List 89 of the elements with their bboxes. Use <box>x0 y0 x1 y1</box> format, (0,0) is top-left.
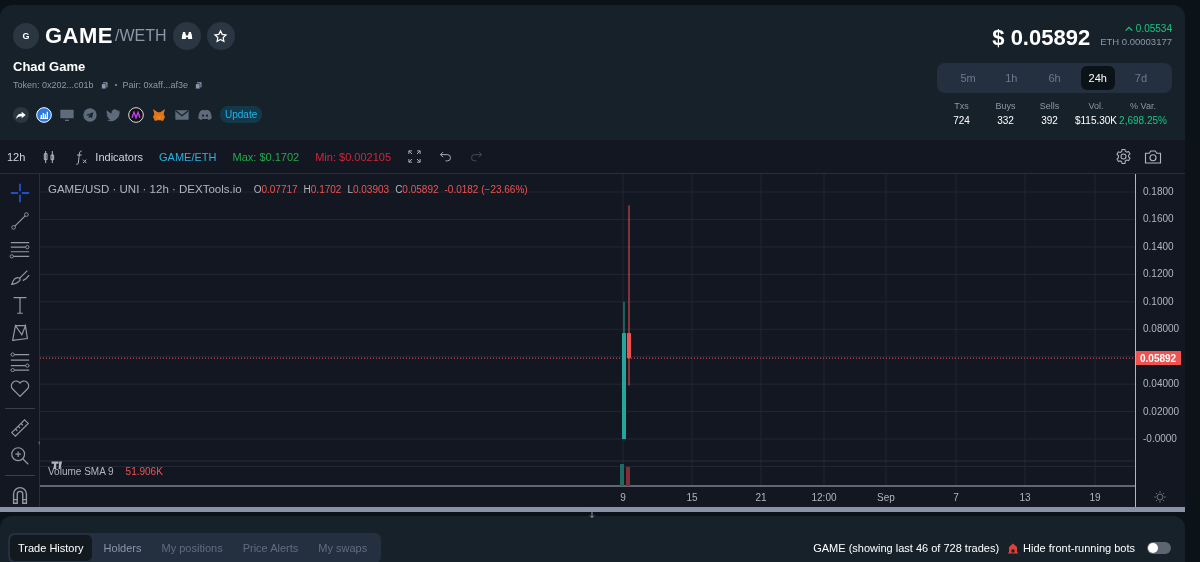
bottom-tab[interactable]: Holders <box>95 535 150 561</box>
stat-label: Txs <box>954 101 969 111</box>
price-axis-label: 0.1200 <box>1143 268 1174 280</box>
fibonacci-icon[interactable] <box>8 350 31 372</box>
price-axis-label: -0.0000 <box>1143 433 1177 445</box>
stat-value: 332 <box>997 115 1014 126</box>
quote-symbol: /WETH <box>115 27 167 45</box>
ohlc-value: L0.03903 <box>347 183 390 195</box>
heart-icon[interactable] <box>8 378 31 400</box>
bottom-tab[interactable]: My swaps <box>310 535 376 561</box>
camera-icon[interactable] <box>1144 147 1162 166</box>
price: $ 0.05892 <box>992 25 1091 51</box>
fullscreen-icon[interactable] <box>407 149 422 164</box>
price-axis-label: 0.1600 <box>1143 213 1174 225</box>
token-name: Chad Game <box>13 59 87 74</box>
eth-price: ETH 0.00003177 <box>1100 36 1172 47</box>
copy-icon[interactable] <box>193 80 203 90</box>
watch-button[interactable] <box>172 22 201 50</box>
stat-value: 724 <box>953 115 970 126</box>
price-axis-label: 0.02000 <box>1143 405 1180 417</box>
volume-label: Volume SMA 9 <box>48 466 114 477</box>
price-axis-label: 0.1800 <box>1143 186 1174 197</box>
stat-label: % Var. <box>1130 101 1156 111</box>
price-change: 0.05534 <box>1135 23 1172 34</box>
time-axis-label: 9 <box>620 492 626 503</box>
volume-bars-drawing <box>620 464 630 486</box>
brightness-icon[interactable] <box>1153 490 1167 504</box>
update-button[interactable]: Update <box>220 106 263 123</box>
period-tab[interactable]: 5m <box>951 66 986 90</box>
share-icon[interactable] <box>13 106 29 123</box>
time-axis-label: 19 <box>1089 492 1101 503</box>
stat-value: 392 <box>1041 115 1058 126</box>
price-axis-label: 0.04000 <box>1143 378 1180 390</box>
fox-icon[interactable] <box>151 106 167 123</box>
ohlc-value: H0.1702 <box>303 183 342 195</box>
time-axis-label: 7 <box>953 492 959 503</box>
volume-value: 51.906K <box>125 466 163 477</box>
stat-label: Vol. <box>1088 101 1104 111</box>
undo-icon[interactable] <box>438 149 453 164</box>
price-axis-label: 0.1000 <box>1143 295 1174 307</box>
min-price: Min: $0.002105 <box>315 150 391 163</box>
indicators-button[interactable]: Indicators <box>73 148 144 165</box>
time-axis-label: Sep <box>877 492 895 503</box>
ohlc-value: O0.07717 <box>253 183 298 195</box>
bottom-tab[interactable]: Trade History <box>10 535 92 561</box>
period-tab[interactable]: 24h <box>1080 66 1115 90</box>
chart-legend-title: GAME/USD · UNI · 12h · DEXTools.io <box>48 183 242 195</box>
token-symbol: GAME <box>45 23 113 49</box>
time-axis-label: 15 <box>686 492 698 503</box>
hide-bots-label: Hide front-running bots <box>1023 542 1135 554</box>
crosshair-icon[interactable] <box>8 182 31 204</box>
chart-circle-icon[interactable] <box>36 106 52 123</box>
ruler-icon[interactable] <box>8 417 31 439</box>
price-axis-label: 0.08000 <box>1143 323 1180 335</box>
favorite-button[interactable] <box>206 22 235 50</box>
price-change: -0.0182 (−23.66%) <box>444 183 528 195</box>
max-price: Max: $0.1702 <box>232 150 300 163</box>
bird-icon[interactable] <box>105 106 121 123</box>
token-address: Token: 0x202...c01b <box>13 80 94 90</box>
function-icon <box>73 148 90 165</box>
period-tab[interactable]: 7d <box>1123 66 1158 90</box>
copy-icon[interactable] <box>99 80 109 90</box>
trades-info: GAME (showing last 46 of 728 trades) <box>813 542 1000 554</box>
time-axis-label: 12:00 <box>811 492 837 503</box>
zoom-in-icon[interactable] <box>8 445 31 467</box>
stat-value: 2,698.25% <box>1119 115 1167 126</box>
telegram-icon[interactable] <box>82 106 98 123</box>
period-tab[interactable]: 6h <box>1037 66 1072 90</box>
pair-button[interactable]: GAME/ETH <box>159 150 217 163</box>
interval-button[interactable]: 12h <box>7 150 26 163</box>
stat-label: Buys <box>995 101 1016 111</box>
star-icon <box>213 28 229 44</box>
bottom-tab[interactable]: My positions <box>153 535 231 561</box>
bottom-tab[interactable]: Price Alerts <box>234 535 307 561</box>
period-tab[interactable]: 1h <box>994 66 1029 90</box>
settings-icon[interactable] <box>1115 148 1132 165</box>
toggle-switch[interactable] <box>1147 542 1171 554</box>
trend-line-icon[interactable] <box>8 210 31 232</box>
time-axis-label: 13 <box>1019 492 1031 503</box>
pair-address: Pair: 0xaff...af3e <box>122 80 188 90</box>
stat-value: $115.30K <box>1074 115 1118 126</box>
letter-m-logo-icon[interactable] <box>128 106 144 123</box>
price-axis-label: 0.1400 <box>1143 240 1174 252</box>
ohlc-value: C0.05892 <box>395 183 439 195</box>
time-axis-label: 21 <box>755 492 767 503</box>
stat-label: Sells <box>1039 101 1060 111</box>
token-logo: G <box>13 23 39 49</box>
last-price-tag: 0.05892 <box>1136 351 1181 366</box>
building-icon <box>1007 542 1020 554</box>
